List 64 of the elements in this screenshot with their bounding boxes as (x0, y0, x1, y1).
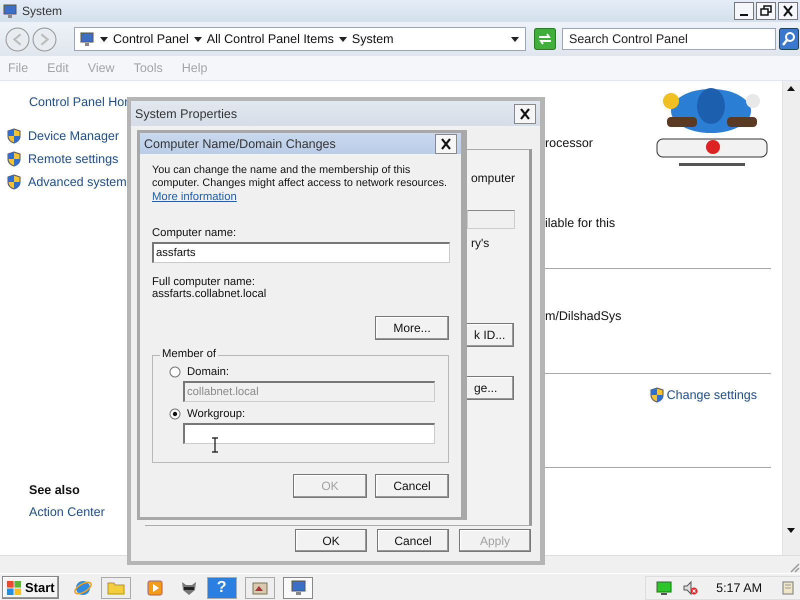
info-text: m/DilshadSys (545, 309, 622, 323)
dialog-button[interactable]: Cancel (377, 529, 449, 552)
help-icon[interactable]: ? (206, 576, 237, 598)
shield-icon (6, 174, 22, 190)
image-editor-icon[interactable] (244, 576, 275, 598)
info-text: rocessor (545, 136, 593, 152)
monitor-icon (2, 3, 18, 19)
radio-label[interactable]: Workgroup: (187, 408, 246, 420)
field-label: Computer name: (152, 227, 238, 239)
media-player-icon[interactable] (144, 578, 165, 598)
show-desktop-icon[interactable] (780, 580, 796, 596)
close-icon[interactable] (514, 104, 536, 124)
sidebar-link[interactable]: Device Manager (28, 129, 120, 143)
start-button[interactable]: Start (2, 576, 59, 599)
full-name-value: assfarts.collabnet.local (152, 288, 268, 300)
group-title: Member of (160, 348, 218, 360)
breadcrumb[interactable]: System (352, 32, 394, 46)
restore-icon[interactable] (756, 2, 776, 20)
shield-icon (6, 151, 22, 167)
resize-grip-icon[interactable] (788, 561, 800, 573)
search-icon[interactable] (779, 28, 799, 50)
label-text: omputer (471, 171, 516, 185)
clock[interactable]: 5:17 AM (716, 580, 762, 594)
caret-icon[interactable] (100, 35, 108, 43)
dialog-title: System Properties (135, 106, 238, 120)
sidebar-link[interactable]: Action Center (29, 505, 127, 519)
sidebar-link[interactable]: Advanced system (28, 175, 127, 189)
field-label: Full computer name: (152, 276, 256, 288)
monitor-icon[interactable] (282, 576, 313, 598)
more-information-link[interactable]: More information (152, 190, 237, 204)
caret-icon[interactable] (338, 35, 347, 43)
sidebar-link[interactable]: Control Panel Hor (29, 95, 127, 109)
dialog-title: Computer Name/Domain Changes (144, 136, 336, 150)
info-text: ilable for this (545, 216, 616, 230)
intro-text: You can change the name and the membership of this computer. Changes might affect access to network resources. (152, 164, 448, 190)
text-cursor-icon (211, 437, 219, 453)
speaker-muted-icon[interactable] (682, 580, 698, 596)
sidebar-link[interactable]: Remote settings (28, 152, 118, 166)
label-text: ry's (471, 236, 490, 250)
caret-icon[interactable] (194, 35, 202, 43)
breadcrumb[interactable]: Control Panel (113, 32, 189, 46)
breadcrumb[interactable]: All Control Panel Items (206, 32, 334, 46)
section-heading: See also (29, 483, 81, 497)
address-bar[interactable]: Control Panel All Control Panel Items System (74, 27, 526, 51)
shield-icon (6, 128, 22, 144)
windows-flag-icon (6, 580, 22, 596)
shield-icon (648, 387, 665, 403)
more-button[interactable]: More... (375, 316, 449, 340)
caret-icon[interactable] (511, 35, 519, 43)
change-settings-link[interactable]: Change settings (666, 388, 757, 402)
computer-name-field[interactable]: assfarts (152, 242, 450, 263)
dialog-button[interactable]: OK (295, 529, 367, 552)
text-field[interactable] (183, 423, 435, 444)
close-icon[interactable] (435, 134, 457, 154)
window-title: System (22, 4, 62, 18)
network-icon[interactable] (656, 580, 672, 596)
dialog-button[interactable]: Cancel (375, 474, 449, 498)
refresh-icon[interactable] (534, 28, 556, 50)
radio-button[interactable] (169, 408, 181, 420)
close-icon[interactable] (778, 2, 798, 20)
search-field[interactable]: Search Control Panel (562, 28, 776, 50)
minimize-icon[interactable] (734, 2, 754, 20)
text-field[interactable] (467, 210, 515, 229)
monitor-icon (79, 31, 95, 47)
